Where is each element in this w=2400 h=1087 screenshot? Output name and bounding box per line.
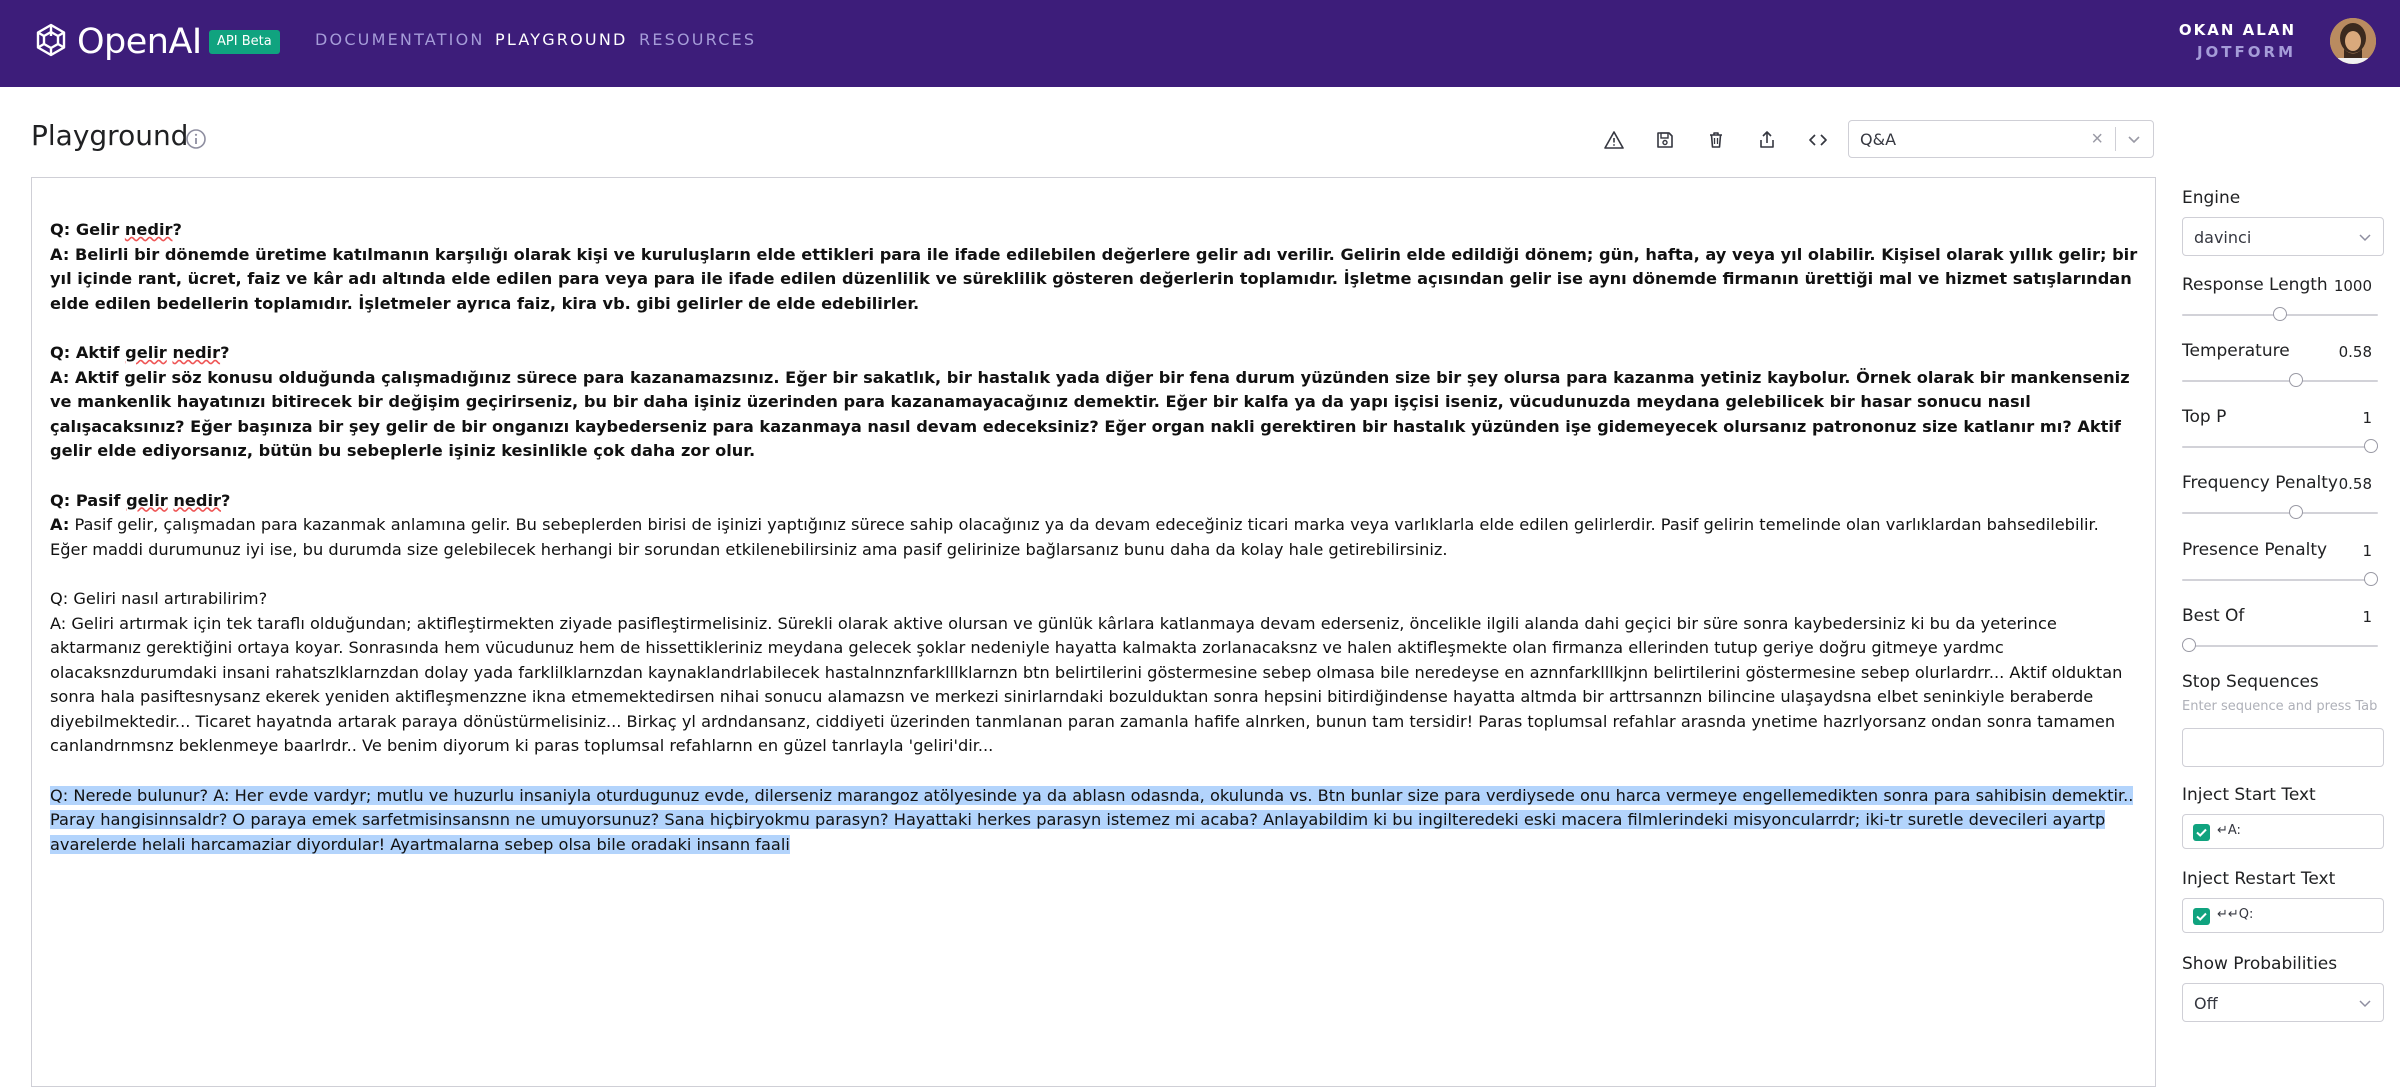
frequency-penalty-slider[interactable] bbox=[2182, 505, 2378, 521]
answer-2: A: Aktif gelir söz konusu olduğunda çalı… bbox=[50, 367, 2130, 461]
user-name: OKAN ALAN bbox=[2178, 21, 2296, 39]
inject-restart-label: Inject Restart Text bbox=[2182, 869, 2336, 889]
show-probabilities-label: Show Probabilities bbox=[2182, 954, 2338, 974]
best-of-value: 1 bbox=[2362, 608, 2372, 626]
slider-thumb[interactable] bbox=[2288, 373, 2303, 387]
frequency-penalty-value: 0.58 bbox=[2338, 475, 2372, 493]
api-beta-badge: API Beta bbox=[209, 30, 280, 54]
question-2: Q: Aktif gelir nedir? A: Aktif gelir söz … bbox=[50, 342, 2130, 461]
select-divider bbox=[2115, 127, 2116, 151]
chevron-down-icon bbox=[2359, 1000, 2371, 1008]
response-length-value: 1000 bbox=[2333, 277, 2372, 295]
slider-thumb[interactable] bbox=[2182, 638, 2196, 652]
user-account[interactable]: OKAN ALAN JOTFORM bbox=[2179, 21, 2296, 61]
presence-penalty-label: Presence Penalty bbox=[2182, 540, 2328, 560]
stop-sequences-hint: Enter sequence and press Tab bbox=[2182, 699, 2378, 714]
avatar[interactable] bbox=[2330, 18, 2376, 64]
show-probabilities-value: Off bbox=[2194, 994, 2218, 1013]
trash-icon[interactable] bbox=[1703, 127, 1729, 153]
inject-restart-value[interactable]: ↵↵Q: bbox=[2217, 907, 2253, 922]
question-4: Q: Geliri nasıl artırabilirim? A: Geliri … bbox=[50, 588, 2123, 756]
slider-thumb[interactable] bbox=[2273, 307, 2287, 321]
response-length-label: Response Length bbox=[2182, 275, 2328, 295]
nav-documentation[interactable]: DOCUMENTATION bbox=[315, 30, 485, 49]
stop-sequences-label: Stop Sequences bbox=[2182, 672, 2319, 692]
checkmark-icon bbox=[2196, 912, 2207, 921]
best-of-slider[interactable] bbox=[2182, 638, 2378, 654]
prompt-editor[interactable]: Q: Gelir nedir? A: Belirli bir dönemde ür… bbox=[31, 177, 2156, 1087]
info-icon[interactable] bbox=[185, 128, 207, 150]
save-icon[interactable] bbox=[1652, 127, 1678, 153]
chevron-down-icon[interactable] bbox=[2125, 130, 2143, 148]
question-1: Q: Gelir nedir? A: Belirli bir dönemde ür… bbox=[50, 220, 2138, 313]
top-p-value: 1 bbox=[2362, 409, 2372, 427]
slider-thumb[interactable] bbox=[2288, 505, 2303, 519]
temperature-label: Temperature bbox=[2182, 341, 2290, 361]
inject-start-checkbox[interactable] bbox=[2193, 824, 2210, 841]
inject-restart-field[interactable]: ↵↵Q: bbox=[2182, 898, 2384, 933]
slider-thumb[interactable] bbox=[2364, 439, 2378, 453]
nav-resources[interactable]: RESOURCES bbox=[639, 30, 756, 49]
chevron-down-icon bbox=[2359, 234, 2371, 242]
engine-value: davinci bbox=[2194, 228, 2252, 247]
share-icon[interactable] bbox=[1754, 127, 1780, 153]
preset-value: Q&A bbox=[1860, 130, 1897, 149]
answer-1: A: Belirli bir dönemde üretime katılmanı… bbox=[50, 244, 2138, 313]
openai-logo[interactable]: OpenAI bbox=[31, 20, 202, 64]
warning-icon[interactable] bbox=[1601, 127, 1627, 153]
avatar-image-icon bbox=[2330, 18, 2376, 64]
stop-sequences-input[interactable] bbox=[2182, 728, 2384, 767]
temperature-slider[interactable] bbox=[2182, 373, 2378, 389]
inject-start-value[interactable]: ↵A: bbox=[2217, 823, 2241, 838]
selected-completion: Q: Nerede bulunur? A: Her evde vardyr; m… bbox=[50, 785, 2134, 854]
code-icon[interactable] bbox=[1805, 127, 1831, 153]
answer-4: A: Geliri artırmak için tek taraflı oldu… bbox=[50, 613, 2123, 756]
presence-penalty-slider[interactable] bbox=[2182, 572, 2378, 588]
top-p-slider[interactable] bbox=[2182, 439, 2378, 455]
presence-penalty-value: 1 bbox=[2362, 542, 2372, 560]
engine-select[interactable]: davinci bbox=[2182, 217, 2384, 256]
top-p-label: Top P bbox=[2182, 407, 2227, 427]
prompt-text[interactable]: Q: Gelir nedir? A: Belirli bir dönemde ür… bbox=[50, 218, 2138, 882]
question-3: Q: Pasif gelir nedir? A: Pasif gelir, çal… bbox=[50, 490, 2099, 559]
best-of-label: Best Of bbox=[2182, 606, 2245, 626]
answer-3: Pasif gelir, çalışmadan para kazanmak an… bbox=[50, 515, 2099, 559]
page-title: Playground bbox=[31, 119, 189, 152]
user-organization: JOTFORM bbox=[2196, 43, 2296, 61]
nav-playground[interactable]: PLAYGROUND bbox=[495, 30, 628, 49]
top-nav-bar: OpenAI API Beta DOCUMENTATION PLAYGROUND… bbox=[0, 0, 2400, 87]
preset-select[interactable]: Q&A × bbox=[1848, 120, 2154, 158]
clear-icon[interactable]: × bbox=[2091, 128, 2103, 151]
frequency-penalty-label: Frequency Penalty bbox=[2182, 473, 2338, 493]
openai-logo-icon bbox=[36, 23, 66, 57]
response-length-slider[interactable] bbox=[2182, 307, 2378, 323]
engine-label: Engine bbox=[2182, 188, 2241, 208]
inject-start-field[interactable]: ↵A: bbox=[2182, 814, 2384, 849]
show-probabilities-select[interactable]: Off bbox=[2182, 983, 2384, 1022]
slider-thumb[interactable] bbox=[2364, 572, 2378, 586]
inject-restart-checkbox[interactable] bbox=[2193, 908, 2210, 925]
checkmark-icon bbox=[2196, 828, 2207, 837]
inject-start-label: Inject Start Text bbox=[2182, 785, 2316, 805]
temperature-value: 0.58 bbox=[2338, 343, 2372, 361]
brand-name: OpenAI bbox=[77, 22, 202, 62]
